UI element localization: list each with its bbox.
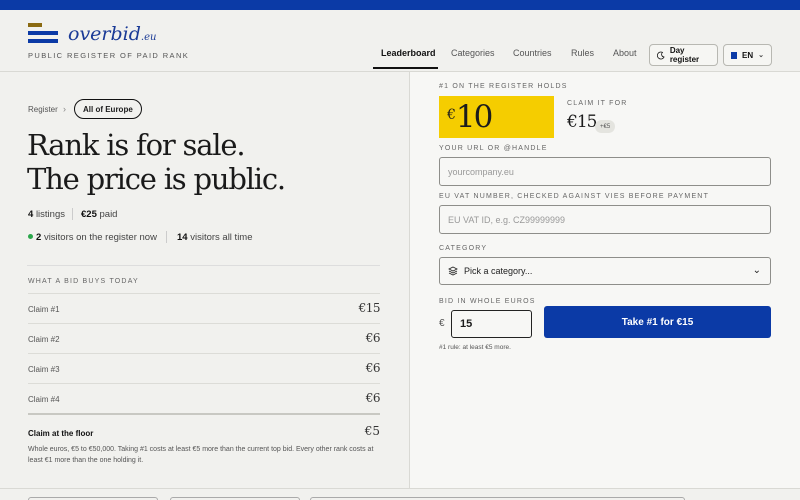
floor-value: €5	[364, 424, 380, 438]
page-title: Rank is for sale. The price is public.	[27, 128, 286, 196]
top-bid-currency: €	[447, 107, 456, 123]
category-field-label: CATEGORY	[439, 245, 488, 252]
language-label: EN	[742, 50, 754, 60]
category-value: Pick a category...	[464, 266, 533, 276]
stat-divider	[166, 231, 167, 243]
euro-icon: €	[439, 318, 445, 329]
claim-label: CLAIM IT FOR	[567, 100, 628, 107]
nav-leaderboard[interactable]: Leaderboard	[381, 48, 436, 58]
top-accent-bar	[0, 0, 800, 10]
claim-panel: #1 ON THE REGISTER HOLDS € 10 CLAIM IT F…	[409, 72, 800, 488]
bid-row-value: €15	[358, 301, 381, 315]
bid-row: Claim #2 €6	[28, 323, 381, 353]
nav-active-indicator	[373, 67, 438, 69]
vat-field-label: EU VAT NUMBER, CHECKED AGAINST VIES BEFO…	[439, 193, 710, 200]
bid-row-label: Claim #4	[28, 395, 60, 404]
bid-row-label: Claim #1	[28, 305, 60, 314]
nav-categories[interactable]: Categories	[451, 48, 495, 58]
url-field-label: YOUR URL OR @HANDLE	[439, 145, 548, 152]
bids-section-label: WHAT A BID BUYS TODAY	[28, 278, 139, 285]
nav-countries[interactable]: Countries	[513, 48, 552, 58]
bid-row-label: Claim #3	[28, 365, 60, 374]
site-header: overbid.eu PUBLIC REGISTER OF PAID RANK …	[0, 10, 800, 72]
listings-stat: 4 listings	[28, 209, 65, 220]
day-register-label: Day register	[669, 46, 700, 64]
claim-price: €15	[567, 112, 597, 132]
day-register-button[interactable]: Day register	[649, 44, 718, 66]
rule-hint: #1 rule: at least €5 more.	[439, 344, 511, 351]
visitors-now-stat: 2 visitors on the register now	[36, 232, 157, 243]
chevron-down-icon: ⌄	[758, 52, 764, 59]
layers-icon	[448, 266, 458, 276]
bid-row-value: €6	[365, 361, 381, 375]
visitors-all-stat: 14 visitors all time	[177, 232, 253, 243]
take-rank-button[interactable]: Take #1 for €15	[544, 306, 771, 338]
category-select[interactable]: Pick a category... ⌄	[439, 257, 771, 285]
bid-row-value: €6	[365, 391, 381, 405]
title-line-2: The price is public.	[27, 162, 286, 196]
eu-flag-icon	[731, 51, 737, 59]
nav-about[interactable]: About	[613, 48, 637, 58]
floor-row: Claim at the floor €5	[28, 413, 380, 438]
pricing-note: Whole euros, €5 to €50,000. Taking #1 co…	[28, 446, 374, 464]
section-divider	[27, 265, 380, 266]
language-select[interactable]: EN ⌄	[723, 44, 772, 66]
bid-row: Claim #1 €15	[28, 293, 381, 323]
vat-input[interactable]: EU VAT ID, e.g. CZ99999999	[439, 205, 771, 234]
bid-amount-input[interactable]: 15	[451, 310, 532, 338]
region-filter-pill[interactable]: All of Europe	[74, 99, 142, 119]
current-top-bid: € 10	[439, 96, 554, 138]
logo-icon[interactable]	[28, 23, 58, 47]
url-input[interactable]: yourcompany.eu	[439, 157, 771, 186]
bid-row: Claim #4 €6	[28, 383, 381, 413]
breadcrumb-root[interactable]: Register	[28, 105, 58, 114]
floor-label: Claim at the floor	[28, 429, 94, 438]
chevron-down-icon: ⌄	[752, 265, 761, 276]
chevron-right-icon: ›	[63, 104, 66, 114]
register-overview: Register › All of Europe Rank is for sal…	[0, 72, 408, 488]
tagline: PUBLIC REGISTER OF PAID RANK	[28, 51, 190, 60]
holds-label: #1 ON THE REGISTER HOLDS	[439, 83, 568, 90]
bid-row: Claim #3 €6	[28, 353, 381, 383]
bid-row-label: Claim #2	[28, 335, 60, 344]
online-dot-icon	[28, 234, 33, 239]
next-section-peek	[0, 488, 800, 500]
claim-delta-badge: +€5	[595, 120, 616, 133]
moon-icon	[657, 51, 665, 59]
bid-row-value: €6	[365, 331, 381, 345]
nav-rules[interactable]: Rules	[571, 48, 594, 58]
title-line-1: Rank is for sale.	[27, 128, 246, 162]
paid-stat: €25 paid	[81, 209, 118, 220]
top-bid-amount: 10	[455, 99, 493, 135]
stat-divider	[72, 208, 73, 220]
logo-wordmark[interactable]: overbid.eu	[68, 23, 156, 45]
bid-field-label: BID IN WHOLE EUROS	[439, 298, 536, 305]
